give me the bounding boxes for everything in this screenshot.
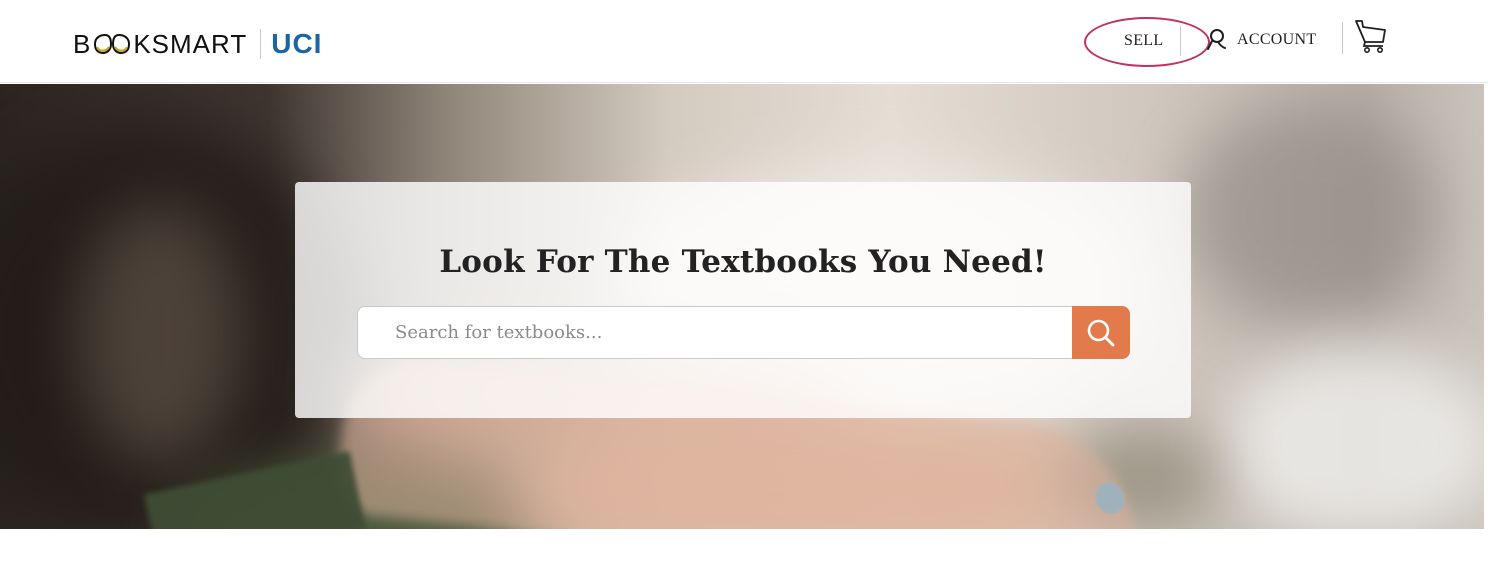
account-label: ACCOUNT xyxy=(1237,31,1317,48)
nav-divider xyxy=(1180,26,1181,56)
brand-suffix: KSMART xyxy=(133,28,248,59)
hero-photo-shade xyxy=(1180,104,1440,324)
brand-logo[interactable]: B KSMART UCI xyxy=(73,26,322,62)
search-card: Look For The Textbooks You Need! xyxy=(295,182,1191,418)
brand-school: UCI xyxy=(271,28,323,59)
account-link[interactable]: ACCOUNT xyxy=(1205,28,1316,52)
hero-photo-shade xyxy=(80,204,240,464)
brand-prefix: B xyxy=(73,28,92,59)
hero-headline: Look For The Textbooks You Need! xyxy=(439,244,1047,280)
cart-icon[interactable] xyxy=(1354,18,1388,54)
search-button[interactable] xyxy=(1072,306,1130,359)
nav-divider xyxy=(1342,22,1343,54)
search-input[interactable] xyxy=(358,307,1073,358)
search-icon xyxy=(1087,319,1115,346)
user-icon xyxy=(1207,29,1226,50)
sell-link[interactable]: SELL xyxy=(1124,32,1163,50)
site-header: B KSMART UCI SELL ACCOUNT xyxy=(0,0,1488,83)
glasses-icon xyxy=(94,33,131,55)
brand-divider xyxy=(260,29,262,59)
hero-photo-highlight xyxy=(1220,344,1484,529)
brand-wordmark: B KSMART xyxy=(73,29,247,60)
search-field[interactable] xyxy=(357,306,1073,359)
